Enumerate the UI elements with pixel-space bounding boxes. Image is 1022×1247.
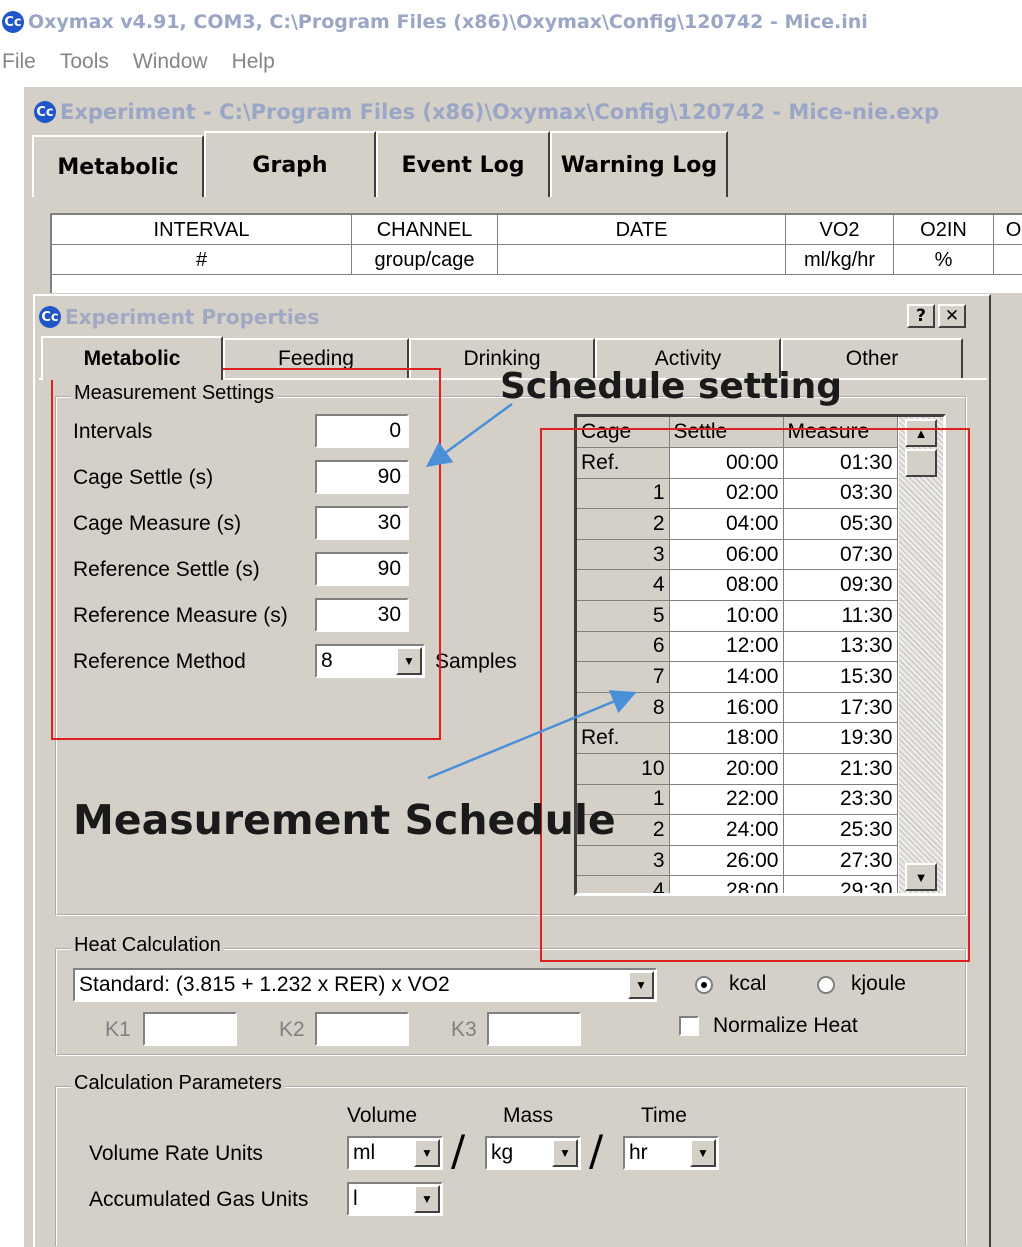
ptab-metabolic[interactable]: Metabolic: [41, 336, 223, 380]
arrow-to-settings: [425, 402, 513, 467]
tab-metabolic[interactable]: Metabolic: [32, 135, 204, 197]
arrow-to-schedule: [427, 690, 637, 780]
